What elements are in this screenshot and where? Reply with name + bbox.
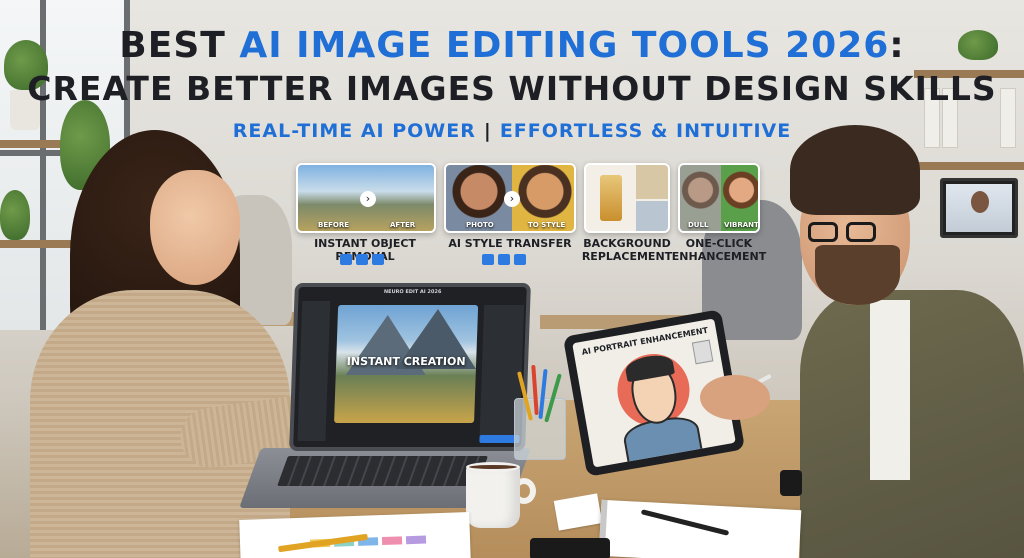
app-canvas: INSTANT CREATION: [334, 305, 479, 423]
dull-caption: DULL: [688, 221, 709, 229]
feature-label-style-transfer: AI STYLE TRANSFER: [448, 237, 572, 250]
feature-card-style-transfer: › PHOTO TO STYLE: [444, 163, 576, 233]
glasses-icon: [808, 222, 838, 242]
promo-banner: Best AI Image Editing Tools 2026: Create…: [0, 0, 1024, 558]
man-beard: [815, 245, 900, 305]
subtitle-right: EFFORTLESS & INTUITIVE: [499, 120, 792, 142]
banner-title: Best AI Image Editing Tools 2026: Create…: [0, 24, 1024, 110]
title-line-1: Best AI Image Editing Tools 2026:: [0, 24, 1024, 68]
pencil: [544, 373, 562, 423]
feature-card-background-replacement: [584, 163, 670, 233]
background-option-1: [636, 165, 668, 199]
vibrant-caption: VIBRANT: [724, 221, 759, 229]
glasses-icon: [846, 222, 876, 242]
image-icon: [482, 254, 494, 265]
title-suffix: :: [889, 25, 905, 66]
man-hair: [790, 125, 920, 215]
man-tshirt: [870, 300, 910, 480]
app-sidebar: [297, 301, 331, 441]
app-window-title: NEURO EDIT AI 2026: [383, 289, 442, 295]
arrow-right-icon: ›: [360, 191, 376, 207]
smartphone: [530, 538, 610, 558]
feature-card-object-removal: › BEFORE AFTER: [296, 163, 436, 233]
image-icon: [340, 254, 352, 265]
coffee: [466, 462, 520, 472]
coffee-mug: [466, 466, 520, 528]
color-swatch: [381, 536, 403, 546]
feature-icons: [482, 254, 526, 265]
pencil-cup: [514, 364, 566, 460]
feature-label-enhancement: ONE-CLICK ENHANCEMENT: [670, 237, 768, 263]
title-line-2: Create Better Images Without Design Skil…: [27, 69, 997, 108]
share-icon: [372, 254, 384, 265]
man-shirt-jacket: [800, 290, 1024, 558]
after-caption: AFTER: [390, 221, 416, 229]
subtitle-separator: |: [483, 120, 492, 142]
feature-card-enhancement: DULL VIBRANT: [678, 163, 760, 233]
feature-label-background-replacement: BACKGROUND REPLACEMENT: [576, 237, 678, 263]
feature-label-line-1: BACKGROUND: [583, 237, 671, 250]
style-caption: TO STYLE: [528, 221, 566, 229]
title-accent: AI Image Editing Tools 2026: [239, 25, 890, 66]
pencil: [531, 364, 539, 416]
subtitle-left: REAL-TIME AI POWER: [232, 120, 476, 142]
shelf-plant: [0, 190, 30, 240]
photo-caption: PHOTO: [466, 221, 494, 229]
wall-shelf-lower: [0, 240, 80, 248]
feature-label-line-2: ENHANCEMENT: [671, 250, 767, 263]
before-caption: BEFORE: [318, 221, 350, 229]
link-icon: [356, 254, 368, 265]
woman-face: [150, 170, 240, 285]
laptop-screen: NEURO EDIT AI 2026 INSTANT CREATION: [289, 283, 531, 451]
share-icon: [514, 254, 526, 265]
background-monitor: [940, 178, 1018, 238]
feature-label-line-2: REPLACEMENT: [581, 250, 673, 263]
video-call-face: [971, 191, 989, 213]
product-bottle: [600, 175, 622, 221]
man-hand: [700, 375, 770, 420]
color-swatch: [405, 535, 427, 545]
laptop-keyboard: [277, 456, 489, 486]
arrow-right-icon: ›: [504, 191, 520, 207]
portrait-thumbnail: [691, 339, 714, 365]
title-prefix: Best: [119, 25, 240, 66]
feature-label-line-1: ONE-CLICK: [685, 237, 753, 250]
feature-icons: [340, 254, 384, 265]
canvas-text: INSTANT CREATION: [346, 355, 466, 368]
background-option-2: [636, 201, 668, 231]
smartwatch: [780, 470, 802, 496]
link-icon: [498, 254, 510, 265]
